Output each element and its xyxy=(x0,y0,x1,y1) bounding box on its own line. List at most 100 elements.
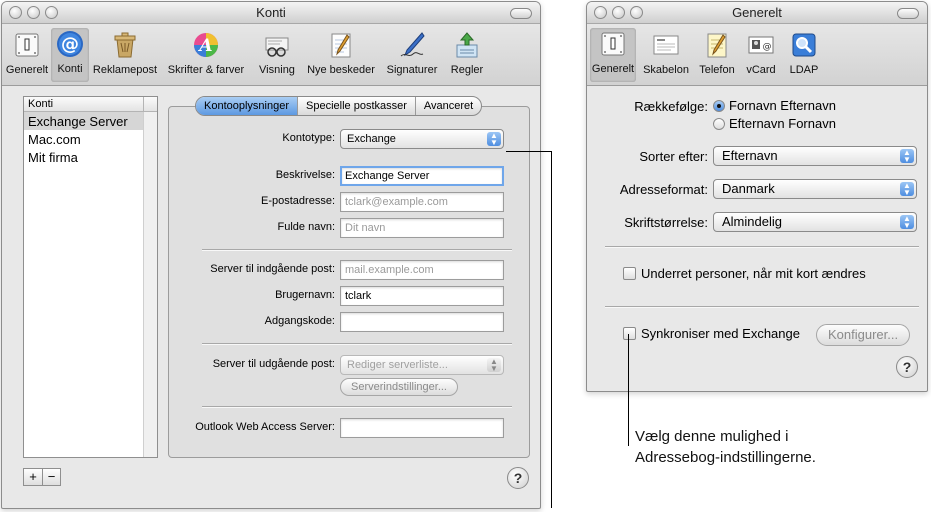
toolbar-item-template[interactable]: Skabelon xyxy=(639,29,693,76)
ldap-search-icon xyxy=(788,29,820,61)
toolbar-item-general[interactable]: Generelt xyxy=(4,29,50,76)
font-size-popup[interactable]: Almindelig ▲ ▼ xyxy=(713,212,917,232)
fullname-field[interactable]: Dit navn xyxy=(340,218,504,238)
username-field[interactable]: tclark xyxy=(340,286,504,306)
svg-text:A: A xyxy=(197,36,212,56)
template-icon xyxy=(650,29,682,61)
accounts-list-header: Konti xyxy=(24,97,157,112)
notify-checkbox-label: Underret personer, når mit kort ændres xyxy=(641,266,866,281)
sort-popup[interactable]: Efternavn ▲ ▼ xyxy=(713,146,917,166)
toolbar-toggle-button[interactable] xyxy=(510,8,532,19)
incoming-server-label: Server til indgående post: xyxy=(210,263,335,275)
toolbar-item-phone[interactable]: Telefon xyxy=(695,29,739,76)
description-label: Beskrivelse: xyxy=(275,169,335,181)
toolbar-item-accounts[interactable]: @ Konti xyxy=(51,28,89,82)
list-item-mit-firma[interactable]: Mit firma xyxy=(24,148,157,166)
toolbar-label: Skabelon xyxy=(643,64,689,76)
callout-line-2: Adressebog-indstillingerne. xyxy=(635,449,816,466)
help-button[interactable]: ? xyxy=(507,467,529,489)
email-field[interactable]: tclark@example.com xyxy=(340,192,504,212)
toolbar-item-composing[interactable]: Nye beskeder xyxy=(303,29,379,76)
toolbar-item-general[interactable]: Generelt xyxy=(590,28,636,82)
title-bar[interactable]: Generelt xyxy=(587,2,927,24)
list-item-mac-com[interactable]: Mac.com xyxy=(24,130,157,148)
toolbar-item-signatures[interactable]: Signaturer xyxy=(380,29,444,76)
callout-leader-line xyxy=(506,151,552,152)
description-row: Beskrivelse: Exchange Server xyxy=(168,166,530,186)
divider xyxy=(202,343,512,344)
callout-leader-line xyxy=(628,334,629,446)
configure-button[interactable]: Konfigurer... xyxy=(816,324,911,346)
toolbar-toggle-button[interactable] xyxy=(897,8,919,19)
account-type-row: Kontotype: Exchange ▲ ▼ xyxy=(168,129,530,149)
help-button[interactable]: ? xyxy=(896,356,918,378)
divider xyxy=(605,306,919,307)
accounts-list[interactable]: Konti Exchange Server Mac.com Mit firma xyxy=(23,96,158,458)
radio-selected-icon xyxy=(713,99,725,112)
divider xyxy=(605,246,919,247)
general-switch-icon xyxy=(11,29,43,61)
outgoing-server-value: Rediger serverliste... xyxy=(347,359,448,371)
accounts-list-header-label: Konti xyxy=(28,98,54,110)
svg-text:@: @ xyxy=(763,42,772,52)
password-field[interactable] xyxy=(340,312,504,332)
toolbar-item-junk-mail[interactable]: Reklamepost xyxy=(90,29,160,76)
owa-server-field[interactable] xyxy=(340,418,504,438)
popup-arrows-icon: ▲ ▼ xyxy=(487,358,501,373)
fullname-row: Fulde navn: Dit navn xyxy=(168,218,530,238)
window-title: Konti xyxy=(256,5,286,20)
window-title: Generelt xyxy=(732,5,782,20)
tab-account-information[interactable]: Kontooplysninger xyxy=(196,97,298,115)
toolbar-item-viewing[interactable]: Visning xyxy=(253,29,301,76)
account-type-value: Exchange xyxy=(347,133,396,145)
tab-special-mailboxes[interactable]: Specielle postkasser xyxy=(297,97,415,115)
preferences-toolbar: Generelt @ Konti Reklamepost A Skrifter … xyxy=(2,24,540,86)
username-row: Brugernavn: tclark xyxy=(168,286,530,306)
description-field[interactable]: Exchange Server xyxy=(340,166,504,186)
account-type-label: Kontotype: xyxy=(282,132,335,144)
accounts-list-scrollbar[interactable] xyxy=(143,112,157,457)
toolbar-item-rules[interactable]: Regler xyxy=(445,29,489,76)
address-format-popup[interactable]: Danmark ▲ ▼ xyxy=(713,179,917,199)
incoming-server-field[interactable]: mail.example.com xyxy=(340,260,504,280)
address-format-value: Danmark xyxy=(722,181,775,196)
add-account-button[interactable]: + xyxy=(24,469,42,485)
name-order-label: Rækkefølge: xyxy=(634,99,708,114)
outgoing-server-popup[interactable]: Rediger serverliste... ▲ ▼ xyxy=(340,355,504,375)
toolbar-label: Visning xyxy=(259,64,295,76)
sync-exchange-checkbox[interactable]: Synkroniser med Exchange xyxy=(623,326,800,341)
radio-last-first[interactable]: Efternavn Fornavn xyxy=(713,116,836,131)
toolbar-item-vcard[interactable]: @ vCard xyxy=(740,29,782,76)
sync-exchange-label: Synkroniser med Exchange xyxy=(641,326,800,341)
address-book-general-window: Generelt Generelt Skabelon Telefon @ vCa… xyxy=(586,1,928,392)
server-settings-button[interactable]: Serverindstillinger... xyxy=(340,378,458,396)
divider xyxy=(202,249,512,250)
notify-checkbox[interactable]: Underret personer, når mit kort ændres xyxy=(623,266,866,281)
tab-advanced[interactable]: Avanceret xyxy=(414,97,481,115)
divider xyxy=(202,406,512,407)
remove-account-button[interactable]: − xyxy=(42,469,60,485)
title-bar[interactable]: Konti xyxy=(2,2,540,24)
toolbar-label: Nye beskeder xyxy=(307,64,375,76)
popup-arrows-icon: ▲ ▼ xyxy=(900,182,914,197)
fullname-label: Fulde navn: xyxy=(277,221,335,233)
callout-text: Vælg denne mulighed i Adressebog-indstil… xyxy=(635,426,816,468)
trash-bin-icon xyxy=(109,29,141,61)
owa-server-row: Outlook Web Access Server: xyxy=(168,418,530,438)
radio-first-last[interactable]: Fornavn Efternavn xyxy=(713,98,836,113)
toolbar-label: Telefon xyxy=(699,64,735,76)
mail-accounts-window: Konti Generelt @ Konti Reklamepost A Skr… xyxy=(1,1,541,509)
sort-row: Sorter efter: Efternavn ▲ ▼ xyxy=(587,146,927,168)
username-label: Brugernavn: xyxy=(275,289,335,301)
toolbar-label: Generelt xyxy=(5,64,49,76)
popup-arrows-icon: ▲ ▼ xyxy=(900,149,914,164)
account-type-popup[interactable]: Exchange ▲ ▼ xyxy=(340,129,504,149)
toolbar-item-fonts-colors[interactable]: A Skrifter & farver xyxy=(162,29,250,76)
checkbox-unchecked-icon xyxy=(623,267,636,280)
password-label: Adgangskode: xyxy=(264,315,335,327)
font-size-label: Skriftstørrelse: xyxy=(624,215,708,230)
toolbar-label: LDAP xyxy=(789,64,819,76)
toolbar-item-ldap[interactable]: LDAP xyxy=(784,29,824,76)
email-row: E-postadresse: tclark@example.com xyxy=(168,192,530,212)
list-item-exchange-server[interactable]: Exchange Server xyxy=(24,112,157,130)
